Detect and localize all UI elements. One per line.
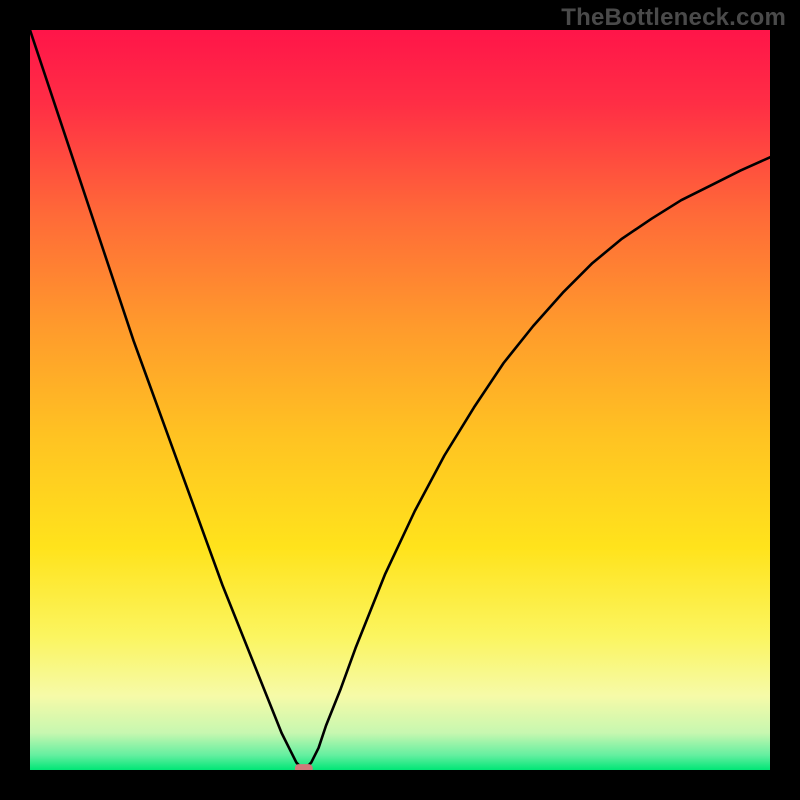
plot-area xyxy=(30,30,770,770)
plot-svg xyxy=(30,30,770,770)
chart-frame: TheBottleneck.com xyxy=(0,0,800,800)
optimum-marker xyxy=(295,764,313,770)
gradient-background xyxy=(30,30,770,770)
watermark-text: TheBottleneck.com xyxy=(561,4,786,32)
